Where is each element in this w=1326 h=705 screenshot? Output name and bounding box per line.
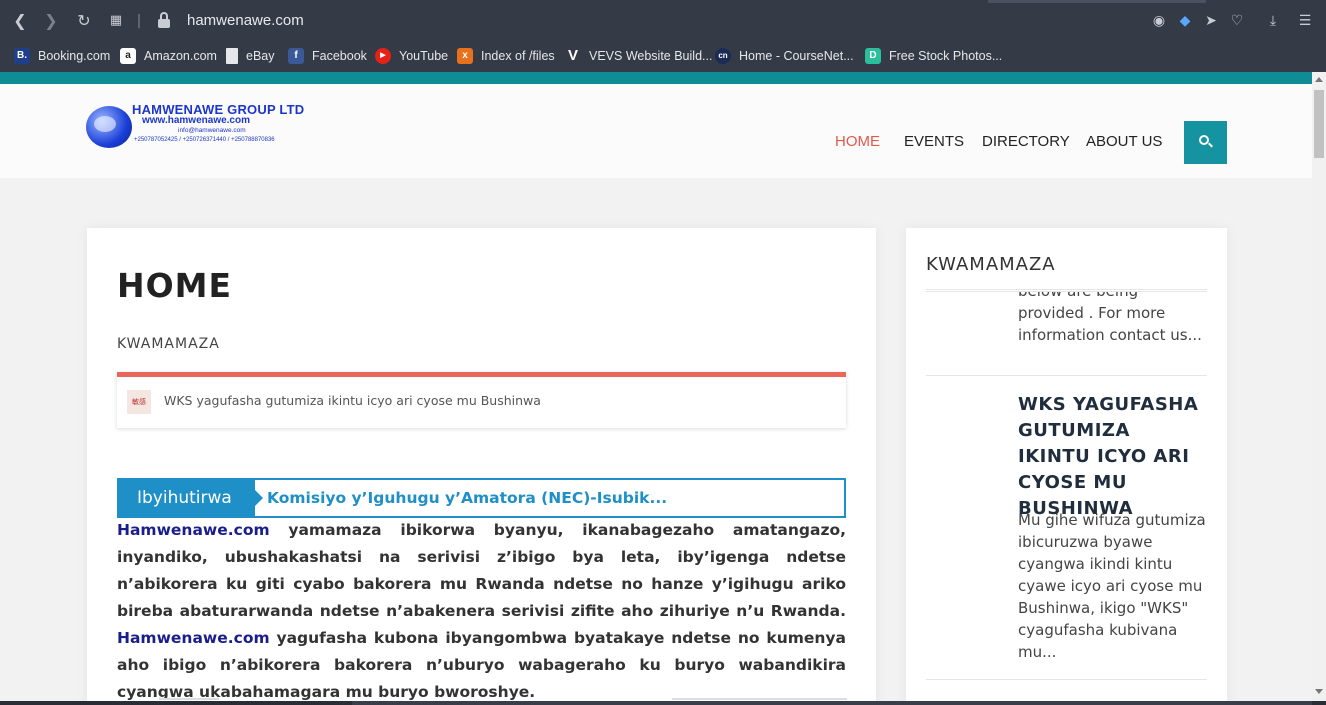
bookmark-label: Facebook <box>312 49 367 63</box>
facebook-icon: f <box>288 48 304 64</box>
sidebar-post-excerpt: below are being provided . For more info… <box>1018 292 1202 344</box>
sidebar-title: KWAMAMAZA <box>926 254 1056 275</box>
intro-paragraph: Hamwenawe.com yamamaza ibikorwa byanyu, … <box>117 517 846 701</box>
coursenet-icon: cn <box>715 48 731 64</box>
brand-link-2[interactable]: Hamwenawe.com <box>117 629 270 647</box>
nav-directory[interactable]: DIRECTORY <box>982 133 1070 150</box>
bookmarks-bar: B. Booking.com a Amazon.com eBay f Faceb… <box>0 42 1326 70</box>
address-bar[interactable]: hamwenawe.com <box>150 8 980 34</box>
tab-strip-indicator <box>988 0 1206 3</box>
sidebar-post-title[interactable]: WKS YAGUFASHA GUTUMIZA IKINTU ICYO ARI C… <box>1018 392 1208 522</box>
brand-link[interactable]: Hamwenawe.com <box>117 521 270 539</box>
stockphotos-icon: D <box>865 48 881 64</box>
menu-icon[interactable]: ☰ <box>1295 11 1315 31</box>
page-scrollbar[interactable] <box>1312 72 1326 701</box>
sidebar-post-list[interactable]: below are being provided . For more info… <box>906 292 1227 701</box>
content-divider <box>159 698 219 700</box>
amazon-icon: a <box>120 48 136 64</box>
page-viewport: HAMWENAWE GROUP LTD www.hamwenawe.com in… <box>0 72 1312 701</box>
bookmark-label: YouTube <box>399 49 449 63</box>
tag-arrow-icon <box>255 490 263 506</box>
globe-logo-icon <box>86 106 132 148</box>
heart-icon[interactable]: ♡ <box>1227 11 1247 31</box>
camera-icon[interactable]: ◉ <box>1149 11 1169 31</box>
bookmark-stock-photos[interactable]: D Free Stock Photos... <box>865 46 1002 66</box>
bookmark-label: Home - CourseNet... <box>739 49 854 63</box>
bookmark-label: Index of /files <box>481 49 555 63</box>
content-divider <box>672 698 847 700</box>
sidebar-post-divider <box>926 375 1207 376</box>
bookmark-index-files[interactable]: x Index of /files <box>457 46 555 66</box>
sidebar-post-excerpt: Mu gihe wifuza gutumiza ibicuruzwa byawe… <box>1018 511 1206 661</box>
bookmark-vevs[interactable]: V VEVS Website Build... <box>565 46 712 66</box>
scroll-down-icon[interactable] <box>1315 689 1323 694</box>
reload-icon[interactable]: ↻ <box>73 10 95 32</box>
site-logo[interactable]: HAMWENAWE GROUP LTD www.hamwenawe.com in… <box>86 102 316 150</box>
browser-chrome: ❮ ❯ ↻ ▦ | hamwenawe.com ◉ ◆ ➤ ♡ ⤓ ☰ B. B… <box>0 0 1326 72</box>
sidebar-post-divider <box>926 679 1207 680</box>
bookmark-facebook[interactable]: f Facebook <box>288 46 367 66</box>
nav-home[interactable]: HOME <box>835 133 880 150</box>
toolbar-divider: | <box>136 13 142 29</box>
scrollbar-thumb[interactable] <box>1314 90 1324 158</box>
xampp-icon: x <box>457 48 473 64</box>
bookmark-amazon[interactable]: a Amazon.com <box>120 46 217 66</box>
window-bottom-edge <box>0 701 1326 705</box>
breaking-news-link[interactable]: Komisiyo y’Iguhugu y’Amatora (NEC)-Isubi… <box>267 489 667 507</box>
send-icon[interactable]: ➤ <box>1201 11 1221 31</box>
tabs-grid-icon[interactable]: ▦ <box>105 10 127 32</box>
section-label: KWAMAMAZA <box>117 336 220 352</box>
breaking-news-tag: Ibyihutirwa <box>117 478 255 518</box>
logo-phones: +250787052425 / +250726371440 / +2507888… <box>134 137 275 143</box>
download-icon[interactable]: ⤓ <box>1263 11 1283 31</box>
logo-url: www.hamwenawe.com <box>142 115 250 126</box>
shield-icon[interactable]: ◆ <box>1175 11 1195 31</box>
ticker-thumbnail: 敏感 <box>127 390 151 414</box>
bookmark-label: eBay <box>246 49 275 63</box>
breaking-news-bar: Ibyihutirwa Komisiyo y’Iguhugu y’Amatora… <box>117 478 846 518</box>
bottom-edge-segment <box>352 701 1312 705</box>
ticker-text[interactable]: WKS yagufasha gutumiza ikintu icyo ari c… <box>164 393 541 408</box>
top-accent-strip <box>0 72 1312 84</box>
search-icon-handle <box>1208 142 1213 148</box>
back-arrow-icon[interactable]: ❮ <box>9 10 31 32</box>
nav-events[interactable]: EVENTS <box>904 133 964 150</box>
bookmark-label: Booking.com <box>38 49 111 63</box>
vevs-icon: V <box>567 47 578 64</box>
bookmark-youtube[interactable]: ▶ YouTube <box>375 46 448 66</box>
youtube-icon: ▶ <box>375 48 391 64</box>
bookmark-label: Amazon.com <box>144 49 217 63</box>
address-url[interactable]: hamwenawe.com <box>187 12 304 29</box>
lock-icon <box>158 12 170 28</box>
main-content-card: HOME KWAMAMAZA 敏感 WKS yagufasha gutumiza… <box>87 228 876 701</box>
forward-arrow-icon[interactable]: ❯ <box>40 10 62 32</box>
bookmark-ebay[interactable]: eBay <box>226 46 275 66</box>
sidebar: KWAMAMAZA below are being provided . For… <box>906 228 1227 701</box>
scroll-up-icon[interactable] <box>1315 77 1323 82</box>
booking-icon: B. <box>14 48 30 64</box>
bookmark-coursenet[interactable]: cn Home - CourseNet... <box>715 46 854 66</box>
site-header: HAMWENAWE GROUP LTD www.hamwenawe.com in… <box>0 84 1312 178</box>
bookmark-label: VEVS Website Build... <box>589 49 713 63</box>
logo-email: info@hamwenawe.com <box>178 127 246 134</box>
document-icon <box>226 48 238 64</box>
bookmark-booking[interactable]: B. Booking.com <box>14 46 110 66</box>
bookmark-label: Free Stock Photos... <box>889 49 1003 63</box>
browser-toolbar: ❮ ❯ ↻ ▦ | hamwenawe.com ◉ ◆ ➤ ♡ ⤓ ☰ <box>0 0 1326 42</box>
search-button[interactable] <box>1184 121 1227 164</box>
nav-about-us[interactable]: ABOUT US <box>1086 133 1162 150</box>
news-ticker[interactable]: 敏感 WKS yagufasha gutumiza ikintu icyo ar… <box>117 372 846 428</box>
page-title: HOME <box>117 266 233 305</box>
